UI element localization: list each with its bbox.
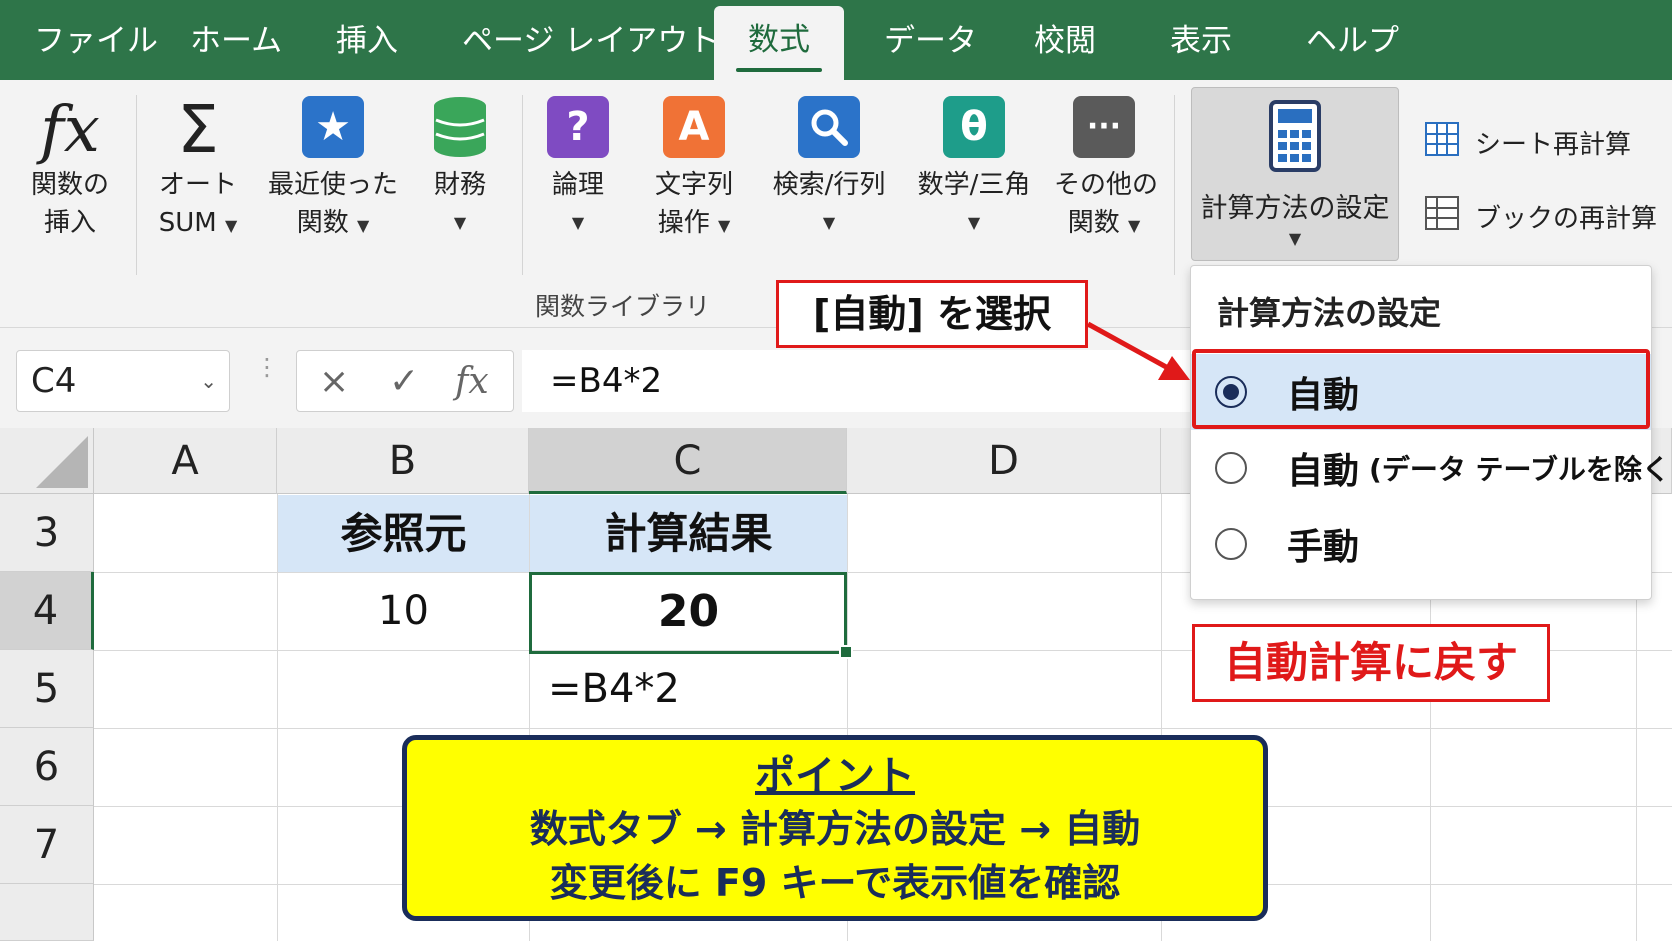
- check-icon[interactable]: ✓: [389, 361, 419, 402]
- grid-book-icon: [1425, 196, 1459, 237]
- cell-c5[interactable]: =B4*2: [548, 651, 848, 728]
- calculation-options-menu: 計算方法の設定 自動 自動 (データ テーブルを除く) 手動: [1190, 265, 1672, 600]
- row-header-3[interactable]: 3: [0, 494, 94, 572]
- tab-home[interactable]: ホーム: [190, 18, 282, 64]
- letter-a-icon: A: [663, 96, 725, 158]
- insert-function-button[interactable]: fx 関数の 挿入: [22, 94, 118, 242]
- row-header-5[interactable]: 5: [0, 650, 94, 728]
- callout-select-automatic: [自動] を選択: [776, 280, 1088, 348]
- ribbon-separator: [1174, 95, 1175, 275]
- ribbon-tab-bar: ファイル ホーム 挿入 ページ レイアウト 数式 データ 校閲 表示 ヘルプ: [0, 0, 1672, 80]
- tab-view[interactable]: 表示: [1170, 18, 1232, 64]
- row-header-6[interactable]: 6: [0, 728, 94, 806]
- calculation-options-button[interactable]: 計算方法の設定 ▼: [1191, 87, 1399, 261]
- text-functions-button[interactable]: A 文字列 操作 ▼: [648, 96, 740, 245]
- radio-empty-icon: [1215, 528, 1247, 560]
- chevron-down-icon: ▼: [822, 213, 836, 232]
- radio-empty-icon: [1215, 452, 1247, 484]
- point-line-2: 変更後に F9 キーで表示値を確認: [549, 861, 1121, 905]
- coins-icon: [429, 96, 491, 158]
- cell-c3[interactable]: 計算結果: [530, 495, 847, 572]
- chevron-down-icon: ▼: [356, 216, 370, 235]
- fx-icon[interactable]: fx: [455, 361, 489, 402]
- lookup-functions-button[interactable]: 検索/行列 ▼: [766, 96, 892, 242]
- theta-icon: θ: [943, 96, 1005, 158]
- option-manual[interactable]: 手動: [1191, 506, 1651, 582]
- tab-page-layout[interactable]: ページ レイアウト: [462, 18, 719, 64]
- option-automatic-except-tables[interactable]: 自動 (データ テーブルを除く): [1191, 430, 1672, 506]
- chevron-down-icon: ▼: [571, 213, 585, 232]
- logical-functions-button[interactable]: ? 論理 ▼: [538, 96, 618, 242]
- name-box[interactable]: C4 ⌄: [16, 350, 230, 412]
- row-header-7[interactable]: 7: [0, 806, 94, 884]
- calculate-sheet-button[interactable]: シート再計算: [1425, 122, 1631, 163]
- select-all-corner[interactable]: [0, 428, 94, 494]
- financial-functions-button[interactable]: 財務 ▼: [420, 96, 500, 242]
- highlight-box: [1192, 349, 1650, 429]
- tab-data[interactable]: データ: [884, 18, 977, 64]
- star-icon: ★: [302, 96, 364, 158]
- chevron-down-icon: ⌄: [200, 369, 217, 393]
- ribbon-separator: [136, 95, 137, 275]
- tab-insert[interactable]: 挿入: [336, 18, 398, 64]
- tab-review[interactable]: 校閲: [1034, 18, 1096, 64]
- point-title: ポイント: [755, 753, 915, 799]
- magnifier-icon: [798, 96, 860, 158]
- ribbon-separator: [522, 95, 523, 275]
- callout-revert-automatic: 自動計算に戻す: [1192, 624, 1550, 702]
- cancel-icon[interactable]: ×: [319, 361, 349, 402]
- chevron-down-icon: ▼: [453, 213, 467, 232]
- row-header-8[interactable]: [0, 884, 94, 941]
- tab-file[interactable]: ファイル: [34, 18, 158, 64]
- calculator-icon: [1269, 100, 1321, 172]
- column-header-b[interactable]: B: [277, 428, 529, 494]
- chevron-down-icon: ▼: [224, 216, 238, 235]
- grid-sheet-icon: [1425, 122, 1459, 163]
- question-icon: ?: [547, 96, 609, 158]
- chevron-down-icon: ▼: [717, 216, 731, 235]
- column-header-a[interactable]: A: [94, 428, 277, 494]
- column-header-c[interactable]: C: [529, 428, 847, 494]
- drag-handle-icon[interactable]: ⋮: [255, 355, 279, 379]
- gridline: [94, 728, 1672, 729]
- formula-bar-buttons: × ✓ fx: [296, 350, 514, 412]
- fill-handle[interactable]: [839, 645, 853, 659]
- calculate-workbook-button[interactable]: ブックの再計算: [1425, 196, 1657, 237]
- menu-title: 計算方法の設定: [1217, 294, 1442, 332]
- chevron-down-icon: ▼: [1127, 216, 1141, 235]
- cell-b4[interactable]: 10: [278, 573, 529, 650]
- more-functions-button[interactable]: ··· その他の 関数 ▼: [1054, 96, 1158, 245]
- more-icon: ···: [1073, 96, 1135, 158]
- chevron-down-icon: ▼: [1288, 229, 1302, 248]
- cell-b3[interactable]: 参照元: [278, 495, 529, 572]
- tab-formulas[interactable]: 数式: [714, 6, 844, 80]
- arrow-icon: [1086, 321, 1190, 380]
- tab-help[interactable]: ヘルプ: [1306, 18, 1399, 64]
- point-line-1: 数式タブ → 計算方法の設定 → 自動: [529, 807, 1141, 851]
- active-cell-border: [529, 572, 847, 654]
- fx-icon: fx: [40, 93, 100, 167]
- recent-functions-button[interactable]: ★ 最近使った 関数 ▼: [268, 96, 398, 245]
- math-functions-button[interactable]: θ 数学/三角 ▼: [912, 96, 1036, 242]
- sigma-icon: Σ: [177, 91, 219, 168]
- chevron-down-icon: ▼: [967, 213, 981, 232]
- autosum-button[interactable]: Σ オート SUM ▼: [146, 94, 250, 245]
- point-note: ポイント 数式タブ → 計算方法の設定 → 自動 変更後に F9 キーで表示値を…: [402, 735, 1268, 921]
- column-header-d[interactable]: D: [847, 428, 1161, 494]
- group-label-function-library: 関数ライブラリ: [535, 292, 711, 321]
- row-header-4[interactable]: 4: [0, 572, 94, 650]
